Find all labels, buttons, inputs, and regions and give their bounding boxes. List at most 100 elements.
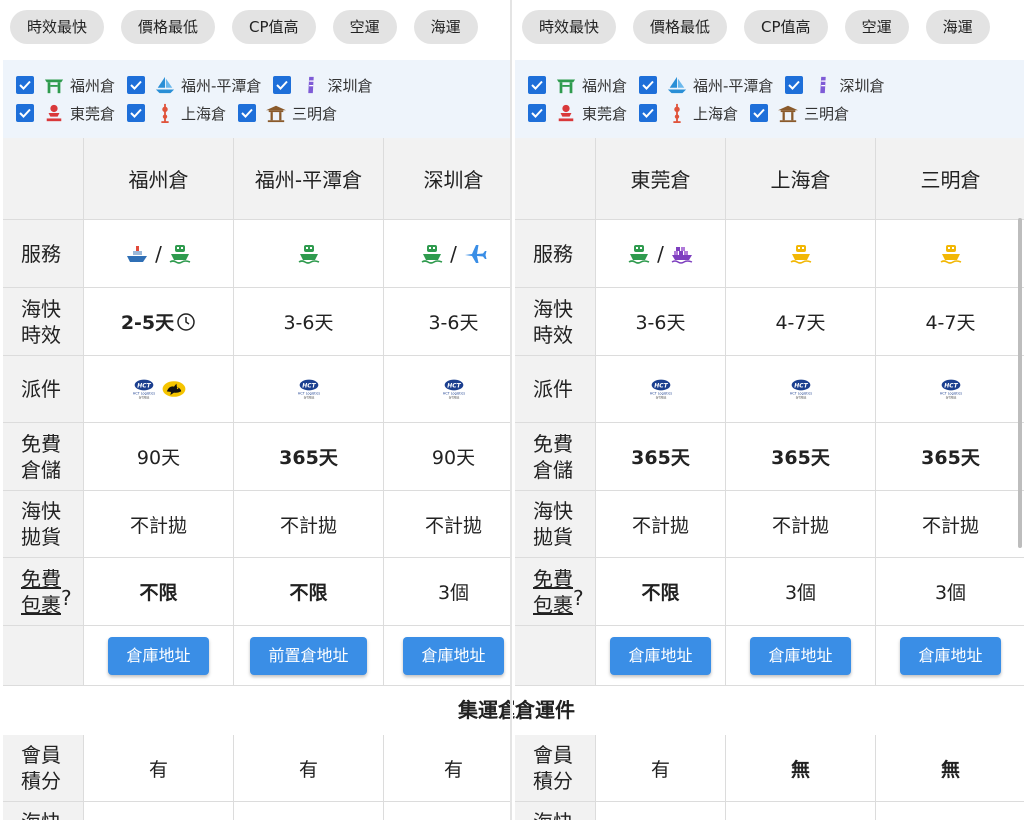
table-cell-delivery: HCT HCT Logistics 新竹物流 (384, 356, 510, 423)
sort-chip[interactable]: CP值高 (744, 10, 828, 44)
filter-label: 東莞倉 (70, 104, 116, 123)
checkbox-checked-icon[interactable] (238, 104, 257, 122)
bulk-policy-value: 不計拋 (424, 514, 482, 537)
section-title: 集運倉運件 (513, 686, 1024, 735)
ship-green-icon (168, 242, 192, 266)
table-cell-storage: 365天 (596, 423, 726, 491)
row-label-service: 服務 (3, 220, 84, 288)
checkbox-checked-icon[interactable] (127, 76, 146, 94)
hct-logo: HCT HCT Logistics 新竹物流 (939, 377, 963, 401)
svg-text:HCT Logistics: HCT Logistics (297, 391, 320, 395)
sort-chip[interactable]: 海運 (413, 10, 478, 44)
row-label-parcels[interactable]: 免費 包裹? (3, 558, 84, 626)
warehouse-address-button[interactable]: 倉庫地址 (750, 636, 851, 675)
table-cell-service (234, 220, 384, 288)
row-label-text[interactable]: 免費 包裹 (21, 566, 61, 618)
warehouse-address-button[interactable]: 前置倉地址 (250, 636, 367, 675)
sort-chip[interactable]: CP值高 (232, 10, 316, 44)
sort-chip-bar: 時效最快 價格最低 CP值高 空運 海運 (10, 10, 478, 44)
checkbox-checked-icon[interactable] (528, 76, 546, 94)
sort-chip[interactable]: 空運 (844, 10, 909, 44)
fuzhou-gate-icon (42, 74, 66, 96)
help-question-mark[interactable]: ? (61, 585, 72, 611)
table-row-delivery: 派件 HCT HCT Logistics 新竹物流 HCT HCT Logistics 新竹… (515, 356, 1024, 423)
row-label-bulk: 海快 拋貨 (3, 491, 84, 558)
table-cell-points: 有 (596, 735, 726, 802)
table-cell-service: / (596, 220, 726, 288)
shenzhen-tower-icon (299, 74, 323, 96)
table-cell-parcels: 3個 (384, 558, 510, 626)
section-title-text: 集運倉運件 (513, 698, 575, 722)
checkbox-checked-icon[interactable] (16, 104, 34, 122)
table-cell-storage: 365天 (234, 423, 384, 491)
warehouse-address-button[interactable]: 倉庫地址 (900, 636, 1001, 675)
checkbox-checked-icon[interactable] (639, 76, 658, 94)
table-cell-parcels: 3個 (726, 558, 876, 626)
filter-row: 東莞倉 上海倉 三明倉 (528, 102, 849, 124)
checkbox-checked-icon[interactable] (273, 76, 292, 94)
warehouse-filter-checkbox[interactable]: 福州-平潭倉 (639, 74, 773, 96)
warehouse-filter-checkbox[interactable]: 上海倉 (127, 102, 226, 124)
warehouse-filter-checkbox[interactable]: 福州-平潭倉 (127, 74, 261, 96)
sort-chip[interactable]: 時效最快 (10, 10, 105, 44)
sort-chip[interactable]: 價格最低 (121, 10, 216, 44)
warehouse-filter-checkbox[interactable]: 東莞倉 (16, 102, 115, 124)
checkbox-checked-icon[interactable] (127, 104, 146, 122)
warehouse-address-button[interactable]: 倉庫地址 (403, 636, 504, 675)
table-cell-parcels: 不限 (84, 558, 234, 626)
svg-text:HCT: HCT (944, 382, 958, 389)
checkbox-checked-icon[interactable] (785, 76, 804, 94)
checkbox-checked-icon[interactable] (750, 104, 769, 122)
svg-text:HCT Logistics: HCT Logistics (789, 391, 812, 395)
filter-label: 深圳倉 (327, 76, 373, 95)
warehouse-filter-checkbox[interactable]: 三明倉 (750, 102, 849, 124)
sort-chip[interactable]: 價格最低 (633, 10, 728, 44)
checkbox-checked-icon[interactable] (16, 76, 34, 94)
pingtan-sail-icon (665, 74, 689, 96)
filter-label: 上海倉 (181, 104, 227, 123)
section-title-text: 集運倉運件 (458, 698, 510, 722)
ship-green-icon (297, 242, 321, 266)
warehouse-address-button[interactable]: 倉庫地址 (610, 636, 711, 675)
warehouse-filter-checkbox[interactable]: 福州倉 (528, 74, 627, 96)
svg-text:新竹物流: 新竹物流 (303, 395, 314, 399)
warehouse-filter-checkbox[interactable]: 三明倉 (238, 102, 337, 124)
table-cell-speed: 3-6天 (596, 288, 726, 356)
row-label-parcels[interactable]: 免費 包裹? (515, 558, 596, 626)
hct-logo: HCT HCT Logistics 新竹物流 (297, 377, 321, 401)
table-cell-bulk: 不計拋 (596, 491, 726, 558)
row-label-speed: 海快 時效 (3, 288, 84, 356)
row-label-text[interactable]: 免費 包裹 (533, 566, 573, 618)
courier-logos: HCT HCT Logistics 新竹物流 (132, 377, 186, 401)
svg-text:HCT Logistics: HCT Logistics (649, 391, 672, 395)
table-cell-partial (84, 802, 234, 820)
sort-chip[interactable]: 空運 (332, 10, 397, 44)
row-label-text: 服務 (533, 241, 573, 266)
sort-chip[interactable]: 時效最快 (522, 10, 617, 44)
warehouse-filter-checkbox[interactable]: 福州倉 (16, 74, 115, 96)
filter-row: 福州倉 福州-平潭倉 深圳倉 (528, 74, 884, 96)
vertical-scrollbar[interactable] (1018, 218, 1022, 548)
warehouse-address-button[interactable]: 倉庫地址 (108, 636, 209, 675)
svg-text:HCT: HCT (654, 382, 668, 389)
free-storage-value: 90天 (136, 447, 181, 469)
table-cell-delivery: HCT HCT Logistics 新竹物流 (596, 356, 726, 423)
checkbox-checked-icon[interactable] (528, 104, 546, 122)
row-label-text: 海快 拋貨 (21, 499, 61, 549)
row-label-text: 派件 (21, 377, 61, 401)
table-cell-button: 倉庫地址 (726, 626, 876, 686)
help-question-mark[interactable]: ? (573, 585, 584, 611)
warehouse-filter-checkbox[interactable]: 上海倉 (639, 102, 738, 124)
shanghai-tower-icon (153, 102, 177, 124)
warehouse-filter-checkbox[interactable]: 深圳倉 (273, 74, 372, 96)
table-row-points: 會員 積分 有 有 有 (3, 735, 510, 802)
checkbox-checked-icon[interactable] (639, 104, 658, 122)
warehouse-filter-checkbox[interactable]: 深圳倉 (785, 74, 884, 96)
sort-chip[interactable]: 海運 (925, 10, 990, 44)
table-cell-partial (384, 802, 510, 820)
plane-icon (463, 242, 487, 266)
member-points-value: 無 (790, 758, 810, 781)
row-label-text: 海快 (21, 809, 61, 820)
shipping-time: 3-6天 (635, 312, 686, 334)
warehouse-filter-checkbox[interactable]: 東莞倉 (528, 102, 627, 124)
